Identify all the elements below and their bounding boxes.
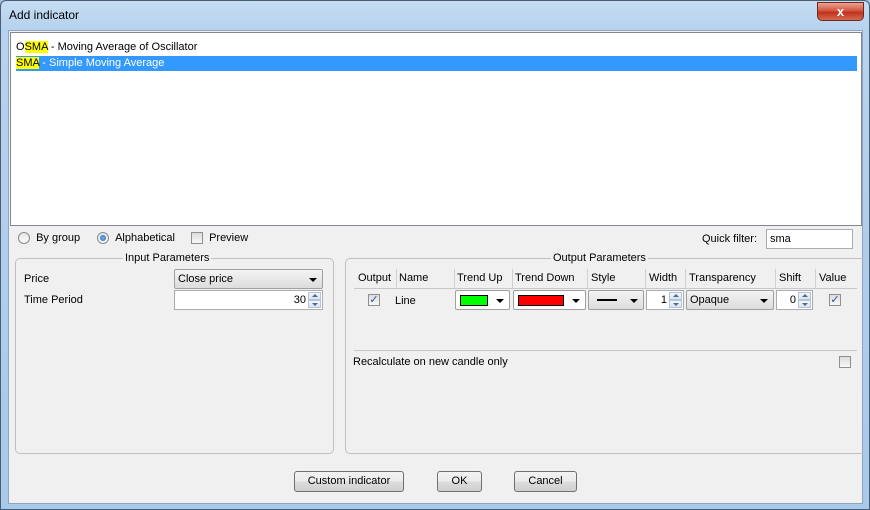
transparency-select[interactable]: Opaque: [686, 290, 774, 310]
filter-match-highlight: SMA: [16, 57, 40, 69]
custom-indicator-button[interactable]: Custom indicator: [294, 471, 404, 492]
transparency-value: Opaque: [690, 294, 730, 306]
output-name: Line: [395, 295, 416, 307]
close-button[interactable]: x: [817, 2, 864, 21]
radio-alphabetical-icon[interactable]: [97, 232, 109, 245]
trend-down-color-picker[interactable]: [513, 290, 586, 310]
time-period-label: Time Period: [24, 294, 83, 306]
close-x-icon: x: [836, 4, 845, 19]
ok-button[interactable]: OK: [437, 471, 482, 492]
col-header-name: Name: [399, 272, 429, 284]
header-divider: [354, 288, 857, 289]
quick-filter-value: sma: [770, 233, 791, 245]
column-divider: [815, 269, 816, 289]
checkmark-icon: ✓: [369, 294, 379, 307]
cancel-label: Cancel: [528, 475, 563, 487]
solid-line-style-icon: [597, 299, 617, 301]
col-header-style: Style: [591, 272, 616, 284]
recalculate-cell: [839, 356, 851, 369]
col-header-shift: Shift: [779, 272, 802, 284]
dropdown-arrow-icon: [496, 299, 504, 303]
filter-match-highlight: SMA: [24, 41, 48, 53]
item-prefix: O: [16, 41, 25, 53]
col-header-value: Value: [819, 272, 847, 284]
spin-down-icon[interactable]: [798, 300, 811, 308]
column-divider: [454, 269, 455, 289]
spin-up-icon[interactable]: [669, 292, 682, 300]
quick-filter-input[interactable]: sma: [766, 229, 853, 249]
input-parameters-title: Input Parameters: [123, 252, 212, 264]
checkmark-icon: ✓: [830, 294, 840, 307]
value-checkbox[interactable]: ✓: [829, 294, 841, 307]
output-row: ✓: [368, 294, 380, 307]
list-item-osma[interactable]: OSMA - Moving Average of Oscillator: [16, 40, 197, 55]
width-spinner[interactable]: 1: [646, 290, 684, 310]
time-period-value: 30: [293, 294, 306, 306]
trend-down-color-swatch: [518, 295, 564, 306]
spin-down-icon[interactable]: [669, 300, 682, 308]
col-header-width: Width: [649, 272, 678, 284]
trend-up-color-swatch: [460, 295, 488, 306]
preview-label: Preview: [209, 232, 249, 245]
dropdown-arrow-icon: [309, 278, 317, 282]
column-divider: [645, 269, 646, 289]
col-header-transparency: Transparency: [689, 272, 756, 284]
column-divider: [512, 269, 513, 289]
trend-up-color-picker[interactable]: [455, 290, 510, 310]
column-divider: [587, 269, 588, 289]
recalculate-label: Recalculate on new candle only: [353, 356, 508, 368]
spin-up-icon[interactable]: [798, 292, 811, 300]
spin-down-icon[interactable]: [308, 300, 321, 308]
list-item-sma-selected[interactable]: SMA - Simple Moving Average: [16, 56, 857, 71]
custom-indicator-label: Custom indicator: [307, 475, 391, 487]
column-divider: [685, 269, 686, 289]
add-indicator-dialog: Add indicator x OSMA - Moving Average of…: [0, 0, 870, 510]
shift-spinner[interactable]: 0: [776, 290, 813, 310]
price-select[interactable]: Close price: [174, 269, 323, 289]
ok-label: OK: [451, 475, 468, 487]
recalc-divider: [354, 350, 857, 351]
indicator-list[interactable]: OSMA - Moving Average of Oscillator SMA …: [10, 32, 862, 226]
dialog-body: OSMA - Moving Average of Oscillator SMA …: [8, 30, 865, 504]
item-label: - Simple Moving Average: [39, 57, 165, 69]
dropdown-arrow-icon: [630, 299, 638, 303]
radio-by-group-icon[interactable]: [18, 232, 30, 245]
time-period-spinner[interactable]: 30: [174, 290, 323, 310]
recalculate-checkbox[interactable]: [839, 356, 851, 369]
spin-up-icon[interactable]: [308, 292, 321, 300]
column-divider: [775, 269, 776, 289]
radio-by-group[interactable]: By group: [18, 232, 81, 245]
dialog-title: Add indicator: [9, 8, 80, 22]
col-header-trend-down: Trend Down: [515, 272, 575, 284]
shift-value: 0: [789, 294, 796, 306]
line-style-select[interactable]: [588, 290, 644, 310]
preview-checkbox[interactable]: Preview: [191, 232, 249, 245]
cancel-button[interactable]: Cancel: [514, 471, 577, 492]
col-header-output: Output: [358, 272, 392, 284]
item-label: - Moving Average of Oscillator: [47, 41, 198, 53]
title-bar[interactable]: Add indicator x: [1, 1, 869, 31]
alphabetical-label: Alphabetical: [115, 232, 175, 245]
col-header-trend-up: Trend Up: [457, 272, 503, 284]
output-parameters-title: Output Parameters: [551, 252, 648, 264]
column-divider: [396, 269, 397, 289]
price-label: Price: [24, 273, 50, 285]
radio-alphabetical[interactable]: Alphabetical: [97, 232, 175, 245]
dropdown-arrow-icon: [760, 299, 768, 303]
dropdown-arrow-icon: [572, 299, 580, 303]
price-value: Close price: [178, 273, 234, 285]
preview-checkbox-box[interactable]: [191, 232, 203, 245]
width-value: 1: [660, 294, 667, 306]
output-checkbox[interactable]: ✓: [368, 294, 380, 307]
by-group-label: By group: [36, 232, 81, 245]
value-cell: ✓: [829, 294, 841, 307]
quick-filter-label: Quick filter:: [702, 233, 758, 245]
